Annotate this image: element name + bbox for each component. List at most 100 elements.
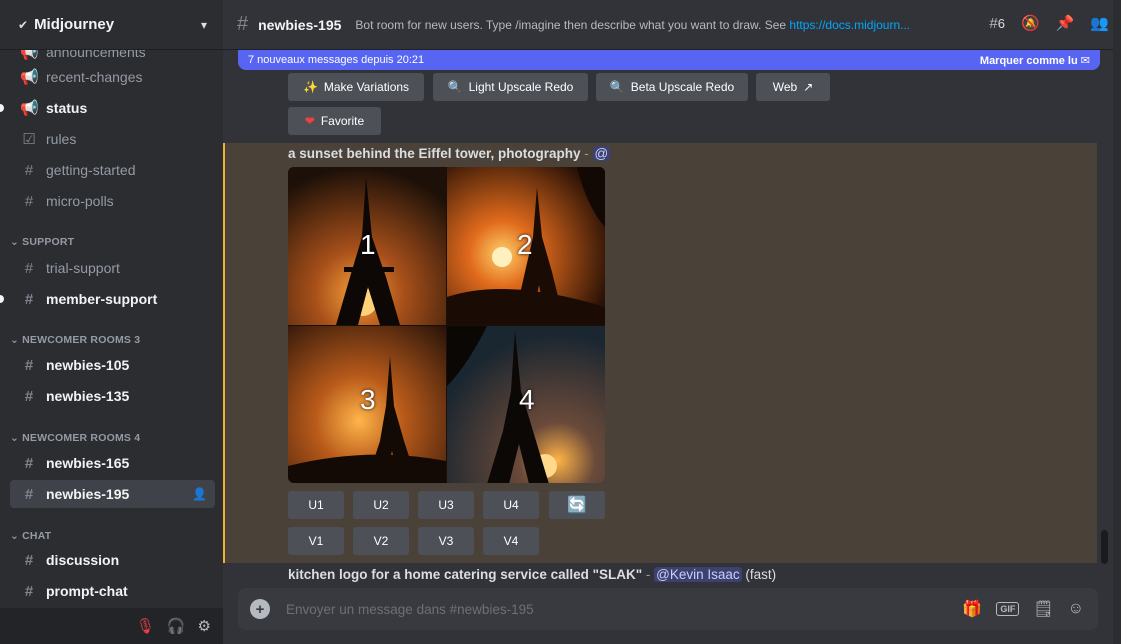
megaphone-icon: 📢 bbox=[20, 50, 39, 61]
button-label: Favorite bbox=[320, 114, 365, 128]
unread-indicator bbox=[0, 295, 4, 303]
gif-icon[interactable]: GIF bbox=[996, 602, 1020, 616]
button-label: U3 bbox=[438, 498, 454, 512]
category-newcomer-rooms-3[interactable]: ⌄ NEWCOMER ROOMS 3 bbox=[10, 334, 140, 346]
channel-discussion[interactable]: # discussion bbox=[10, 546, 215, 574]
user-panel: 🎙 🎧 ⚙ bbox=[0, 608, 223, 644]
sticker-icon[interactable]: 🗒 bbox=[1033, 599, 1053, 619]
upscale-4-button[interactable]: U4 bbox=[483, 491, 539, 519]
light-upscale-redo-button[interactable]: 🔍 Light Upscale Redo bbox=[433, 73, 588, 101]
category-chat[interactable]: ⌄ CHAT bbox=[10, 530, 51, 542]
upscale-3-button[interactable]: U3 bbox=[418, 491, 474, 519]
channel-list: 📢 announcements 📢 recent-changes 📢 statu… bbox=[0, 50, 223, 608]
message-composer: + 🎁 GIF 🗒 ☺ bbox=[238, 588, 1098, 630]
channel-newbies-165[interactable]: # newbies-165 bbox=[10, 449, 215, 477]
sparkle-icon: ✨ bbox=[302, 80, 318, 94]
emoji-icon[interactable]: ☺ bbox=[1068, 600, 1084, 618]
composer-tools: 🎁 GIF 🗒 ☺ bbox=[962, 599, 1084, 619]
button-label: V1 bbox=[308, 534, 324, 548]
category-newcomer-rooms-4[interactable]: ⌄ NEWCOMER ROOMS 4 bbox=[10, 432, 140, 444]
threads-count: 6 bbox=[997, 15, 1005, 31]
channel-prompt-chat[interactable]: # prompt-chat bbox=[10, 577, 215, 605]
topic-link[interactable]: https://docs.midjourn... bbox=[789, 18, 910, 32]
channel-member-support[interactable]: # member-support bbox=[0, 285, 215, 313]
channel-recent-changes[interactable]: 📢 recent-changes bbox=[10, 63, 215, 91]
beta-upscale-redo-button[interactable]: 🔍 Beta Upscale Redo bbox=[596, 73, 748, 101]
add-member-icon[interactable]: 👤 bbox=[192, 487, 207, 501]
headphones-icon[interactable]: 🎧 bbox=[167, 617, 186, 635]
upscale-2-button[interactable]: U2 bbox=[353, 491, 409, 519]
prompt-separator: - bbox=[642, 567, 655, 582]
tile-number: 4 bbox=[519, 384, 535, 415]
channel-newbies-195[interactable]: # newbies-195 👤 bbox=[10, 480, 215, 508]
variation-4-button[interactable]: V4 bbox=[483, 527, 539, 555]
discord-app: ✔ Midjourney ▾ 📢 announcements 📢 recent-… bbox=[0, 0, 1121, 644]
make-variations-button[interactable]: ✨ Make Variations bbox=[288, 73, 424, 101]
button-label: V3 bbox=[438, 534, 454, 548]
channel-newbies-105[interactable]: # newbies-105 bbox=[10, 351, 215, 379]
channel-getting-started[interactable]: # getting-started bbox=[10, 156, 215, 184]
forum-icon: # bbox=[24, 454, 34, 472]
favorite-button[interactable]: ❤ Favorite bbox=[288, 107, 381, 135]
scrollbar-thumb[interactable] bbox=[1101, 530, 1108, 564]
pin-icon[interactable]: 📌 bbox=[1056, 14, 1075, 32]
refresh-icon: 🔄 bbox=[567, 497, 587, 514]
mic-muted-icon[interactable]: 🎙 bbox=[136, 617, 155, 635]
members-icon[interactable]: 👥 bbox=[1090, 14, 1109, 32]
new-messages-bar[interactable]: 7 nouveaux messages depuis 20:21 Marquer… bbox=[238, 50, 1100, 70]
channel-label: status bbox=[46, 100, 88, 116]
forum-icon: # bbox=[24, 485, 34, 503]
category-support[interactable]: ⌄ SUPPORT bbox=[10, 236, 74, 248]
add-attachment-icon[interactable]: + bbox=[250, 599, 270, 619]
gear-icon[interactable]: ⚙ bbox=[198, 617, 211, 635]
speed-label: (fast) bbox=[741, 567, 777, 582]
button-label: Light Upscale Redo bbox=[468, 80, 574, 94]
variation-2-button[interactable]: V2 bbox=[353, 527, 409, 555]
variation-1-button[interactable]: V1 bbox=[288, 527, 344, 555]
hash-thread-icon: # bbox=[24, 192, 34, 210]
channel-rules[interactable]: ☑ rules bbox=[10, 125, 215, 153]
external-link-icon: ↗ bbox=[803, 80, 814, 94]
channel-label: newbies-105 bbox=[46, 357, 130, 373]
channel-topic[interactable]: Bot room for new users. Type /imagine th… bbox=[355, 18, 925, 32]
button-label: U2 bbox=[373, 498, 389, 512]
channel-label: recent-changes bbox=[46, 69, 143, 85]
magnifier-icon: 🔍 bbox=[609, 80, 625, 94]
channel-title: newbies-195 bbox=[258, 16, 342, 33]
prompt-text: kitchen logo for a home catering service… bbox=[288, 567, 643, 582]
gift-icon[interactable]: 🎁 bbox=[962, 599, 982, 619]
channel-label: rules bbox=[46, 131, 77, 147]
tile-number: 3 bbox=[360, 384, 376, 415]
channel-header: # newbies-195 Bot room for new users. Ty… bbox=[223, 0, 1121, 50]
web-link-button[interactable]: Web ↗ bbox=[756, 73, 830, 101]
upscale-1-button[interactable]: U1 bbox=[288, 491, 344, 519]
channel-label: newbies-165 bbox=[46, 455, 130, 471]
channel-label: discussion bbox=[46, 552, 120, 568]
unread-indicator bbox=[0, 104, 4, 112]
server-name: Midjourney bbox=[34, 16, 115, 33]
category-label: NEWCOMER ROOMS 3 bbox=[22, 334, 141, 346]
message-input[interactable] bbox=[286, 601, 963, 617]
button-label: Web bbox=[772, 80, 798, 94]
channel-newbies-135[interactable]: # newbies-135 bbox=[10, 382, 215, 410]
header-toolbar: #6 🔕 📌 👥 bbox=[989, 14, 1109, 33]
tile-number: 2 bbox=[517, 229, 533, 260]
variation-3-button[interactable]: V3 bbox=[418, 527, 474, 555]
threads-icon[interactable]: #6 bbox=[989, 15, 1005, 32]
user-mention[interactable]: @Kevin Isaac bbox=[654, 567, 742, 582]
user-mention[interactable]: @ bbox=[592, 146, 611, 161]
notification-muted-icon[interactable]: 🔕 bbox=[1021, 14, 1040, 32]
channel-label: getting-started bbox=[46, 162, 136, 178]
mark-as-read-button[interactable]: Marquer comme lu ✉ bbox=[980, 54, 1090, 67]
server-header[interactable]: ✔ Midjourney ▾ bbox=[0, 0, 223, 50]
topic-text: Bot room for new users. Type /imagine th… bbox=[355, 17, 790, 32]
chevron-down-icon[interactable]: ▾ bbox=[201, 18, 207, 32]
button-label: Make Variations bbox=[323, 80, 410, 94]
channel-trial-support[interactable]: # trial-support bbox=[10, 254, 215, 282]
channel-micro-polls[interactable]: # micro-polls bbox=[10, 187, 215, 215]
channel-status[interactable]: 📢 status bbox=[0, 94, 215, 122]
verified-check-icon: ✔ bbox=[18, 17, 29, 32]
reroll-button[interactable]: 🔄 bbox=[549, 491, 605, 519]
megaphone-icon: 📢 bbox=[20, 100, 39, 117]
image-grid[interactable]: 1 2 3 4 bbox=[288, 167, 605, 483]
